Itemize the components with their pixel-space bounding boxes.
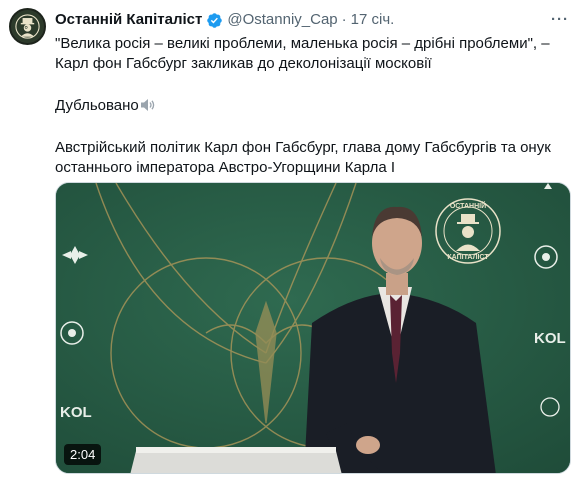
tweet-header: Останній Капіталіст @Ostanniy_Cap · 17 с…	[55, 10, 394, 30]
side-logo-left: KOL	[60, 404, 92, 421]
separator-dot: ·	[341, 11, 347, 28]
dubbed-label: Дубльовано	[55, 97, 139, 114]
tweet-text: "Велика росія – великі проблеми, маленьк…	[55, 34, 575, 178]
speaker-icon	[140, 99, 155, 111]
video-player[interactable]: KOL ОСТАННІЙ КАПІТАЛІСТ KOL 2:04	[55, 182, 571, 474]
side-logo-right: KOL	[534, 330, 566, 347]
avatar[interactable]	[9, 8, 46, 45]
quote-line: "Велика росія – великі проблеми, маленьк…	[55, 35, 550, 72]
capitalist-logo-avatar-icon	[12, 11, 43, 42]
handle-link[interactable]: @Ostanniy_Cap	[227, 10, 337, 30]
logo-bottom-text: КАПІТАЛІСТ	[447, 254, 489, 261]
timestamp-link[interactable]: 17 січ.	[351, 10, 395, 30]
video-frame: KOL ОСТАННІЙ КАПІТАЛІСТ KOL	[56, 183, 570, 473]
description-text: Австрійський політик Карл фон Габсбург, …	[55, 139, 551, 176]
tweet-card[interactable]: Останній Капіталіст @Ostanniy_Cap · 17 с…	[0, 0, 583, 483]
dubbed-line: Дубльовано	[55, 96, 575, 116]
verified-badge-icon	[207, 12, 223, 28]
more-options-button[interactable]: ···	[547, 8, 573, 30]
display-name[interactable]: Останній Капіталіст	[55, 10, 202, 30]
logo-top-text: ОСТАННІЙ	[450, 201, 486, 210]
video-duration-badge: 2:04	[64, 444, 102, 465]
